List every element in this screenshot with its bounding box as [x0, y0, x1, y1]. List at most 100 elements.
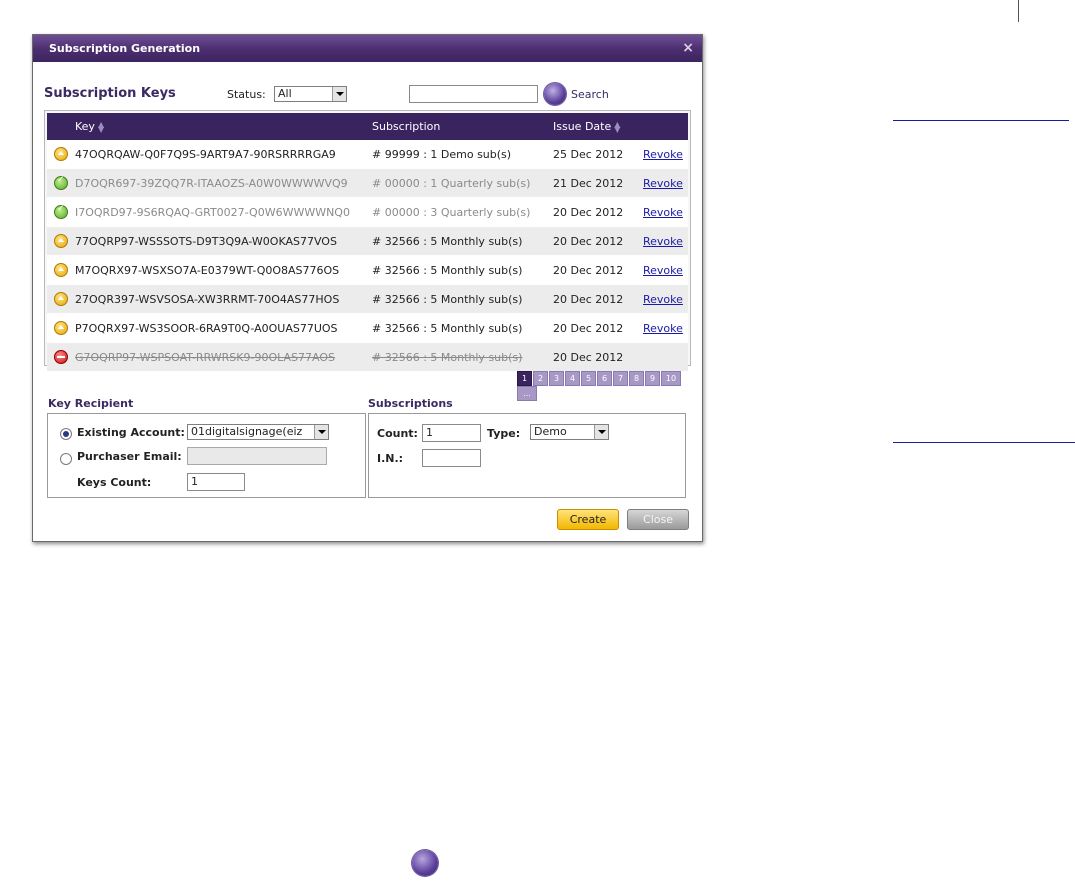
- revoke-link[interactable]: Revoke: [643, 264, 683, 277]
- count-field[interactable]: 1: [422, 424, 481, 442]
- revoke-link[interactable]: Revoke: [643, 177, 683, 190]
- type-select[interactable]: Demo: [530, 424, 609, 440]
- key-recipient-panel: Existing Account: 01digitalsignage(eiz P…: [47, 413, 366, 498]
- action-cell: Revoke: [643, 197, 688, 227]
- background-search-icon[interactable]: [412, 850, 438, 876]
- background-link-underline[interactable]: [893, 120, 1069, 121]
- pending-status-icon: [54, 234, 68, 248]
- key-header-label: Key: [75, 120, 95, 133]
- create-button[interactable]: Create: [557, 509, 619, 530]
- subscriptions-title: Subscriptions: [368, 397, 453, 410]
- keys-count-field[interactable]: 1: [187, 473, 245, 491]
- page-9-button[interactable]: 9: [645, 371, 660, 386]
- background-link-underline[interactable]: [893, 442, 1075, 443]
- status-cell: [47, 226, 75, 256]
- issue-date-cell: 21 Dec 2012: [553, 168, 643, 198]
- subscription-keys-title: Subscription Keys: [44, 86, 176, 101]
- key-cell: D7OQR697-39ZQQ7R-ITAAOZS-A0W0WWWWVQ9: [75, 168, 372, 198]
- status-column-header: [47, 113, 75, 140]
- sort-icon[interactable]: ▲ ▼: [614, 121, 620, 134]
- in-label: I.N.:: [377, 452, 404, 465]
- key-cell: 77OQRP97-WSSSOTS-D9T3Q9A-W0OKAS77VOS: [75, 226, 372, 256]
- table-row: G7OQRP97-WSPSOAT-RRWRSK9-90OLAS77AOS # 32…: [47, 342, 688, 372]
- page-2-button[interactable]: 2: [533, 371, 548, 386]
- page-8-button[interactable]: 8: [629, 371, 644, 386]
- issue-date-cell: 20 Dec 2012: [553, 255, 643, 285]
- dialog-title: Subscription Generation: [49, 42, 201, 55]
- action-column-header: [643, 113, 688, 140]
- pagination: 1 2 3 4 5 6 7 8 9 10...: [517, 371, 702, 401]
- revoke-link[interactable]: Revoke: [643, 235, 683, 248]
- existing-account-label: Existing Account:: [77, 426, 185, 439]
- page-7-button[interactable]: 7: [613, 371, 628, 386]
- keys-table-container: Key ▲ ▼ Subscription Issue Date ▲ ▼ 47OQRQAW…: [44, 110, 691, 372]
- page-3-button[interactable]: 3: [549, 371, 564, 386]
- page-10-button[interactable]: 10: [661, 371, 681, 386]
- purchaser-email-radio[interactable]: [60, 453, 72, 465]
- status-select[interactable]: All: [274, 86, 347, 102]
- key-recipient-title: Key Recipient: [48, 397, 134, 410]
- revoked-status-icon: [54, 350, 68, 364]
- active-status-icon: [54, 175, 68, 190]
- background-divider: [1018, 0, 1019, 22]
- table-row: I7OQRD97-9S6RQAQ-GRT0027-Q0W6WWWWNQ0# 00…: [47, 197, 688, 227]
- purchaser-email-label: Purchaser Email:: [77, 450, 182, 463]
- pending-status-icon: [54, 147, 68, 161]
- table-row: M7OQRX97-WSXSO7A-E0379WT-Q0O8AS776OS # 32…: [47, 255, 688, 285]
- key-cell: M7OQRX97-WSXSO7A-E0379WT-Q0O8AS776OS: [75, 255, 372, 285]
- status-cell: [47, 197, 75, 227]
- page-more-button[interactable]: ...: [517, 386, 537, 401]
- action-cell: Revoke: [643, 255, 688, 285]
- revoke-link[interactable]: Revoke: [643, 148, 683, 161]
- type-label: Type:: [487, 427, 521, 440]
- subscriptions-panel: Count: 1 Type: Demo I.N.:: [368, 413, 686, 498]
- purchaser-email-field[interactable]: [187, 447, 327, 465]
- action-cell: Revoke: [643, 226, 688, 256]
- existing-account-select[interactable]: 01digitalsignage(eiz: [187, 424, 329, 440]
- action-cell: Revoke: [643, 140, 688, 169]
- key-cell: 47OQRQAW-Q0F7Q9S-9ART9A7-90RSRRRRGA9: [75, 140, 372, 169]
- subscription-cell: # 32566 : 5 Monthly sub(s): [372, 284, 553, 314]
- action-cell: Revoke: [643, 284, 688, 314]
- search-icon[interactable]: [544, 83, 566, 105]
- status-cell: [47, 313, 75, 343]
- page-4-button[interactable]: 4: [565, 371, 580, 386]
- key-column-header[interactable]: Key ▲ ▼: [75, 113, 372, 140]
- existing-account-radio[interactable]: [60, 428, 72, 440]
- search-input[interactable]: [409, 85, 538, 103]
- subscription-cell: # 32566 : 5 Monthly sub(s): [372, 255, 553, 285]
- table-header-row: Key ▲ ▼ Subscription Issue Date ▲ ▼: [47, 113, 688, 140]
- issue-date-column-header[interactable]: Issue Date ▲ ▼: [553, 113, 643, 140]
- dialog-titlebar: Subscription Generation ×: [33, 35, 702, 62]
- status-select-value: All: [278, 87, 292, 100]
- pending-status-icon: [54, 321, 68, 335]
- close-icon[interactable]: ×: [682, 41, 694, 55]
- status-label: Status:: [227, 88, 266, 101]
- page-5-button[interactable]: 5: [581, 371, 596, 386]
- sort-icon[interactable]: ▲ ▼: [98, 121, 104, 134]
- search-button-label[interactable]: Search: [571, 88, 609, 101]
- in-field[interactable]: [422, 449, 481, 467]
- issue-date-cell: 20 Dec 2012: [553, 313, 643, 343]
- chevron-down-icon: [314, 425, 328, 439]
- close-button[interactable]: Close: [627, 509, 689, 530]
- table-row: 77OQRP97-WSSSOTS-D9T3Q9A-W0OKAS77VOS # 32…: [47, 226, 688, 256]
- revoke-link[interactable]: Revoke: [643, 206, 683, 219]
- pending-status-icon: [54, 263, 68, 277]
- key-cell: P7OQRX97-WS3SOOR-6RA9T0Q-A0OUAS77UOS: [75, 313, 372, 343]
- chevron-down-icon: [332, 87, 346, 101]
- revoke-link[interactable]: Revoke: [643, 322, 683, 335]
- revoke-link[interactable]: Revoke: [643, 293, 683, 306]
- key-cell: I7OQRD97-9S6RQAQ-GRT0027-Q0W6WWWWNQ0: [75, 197, 372, 227]
- table-row: D7OQR697-39ZQQ7R-ITAAOZS-A0W0WWWWVQ9# 00…: [47, 168, 688, 198]
- type-select-value: Demo: [534, 425, 567, 438]
- active-status-icon: [54, 204, 68, 219]
- status-cell: [47, 342, 75, 372]
- page-6-button[interactable]: 6: [597, 371, 612, 386]
- page-1-button[interactable]: 1: [517, 371, 532, 386]
- keys-table: Key ▲ ▼ Subscription Issue Date ▲ ▼ 47OQRQAW…: [47, 113, 688, 372]
- status-cell: [47, 140, 75, 169]
- status-cell: [47, 284, 75, 314]
- status-cell: [47, 168, 75, 198]
- status-cell: [47, 255, 75, 285]
